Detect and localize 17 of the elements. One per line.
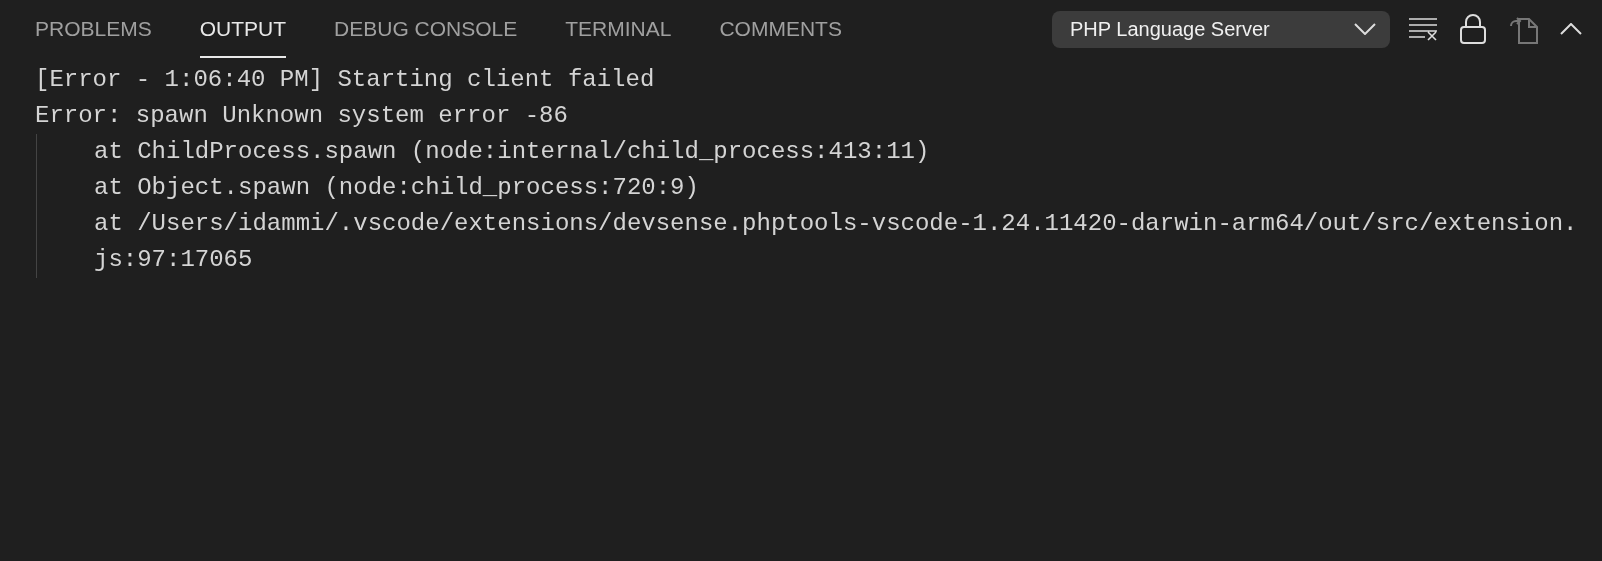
- output-line: [Error - 1:06:40 PM] Starting client failed: [35, 66, 655, 93]
- panel-tab[interactable]: DEBUG CONSOLE: [334, 0, 518, 58]
- panel-tab[interactable]: OUTPUT: [199, 0, 287, 58]
- output-line: at Object.spawn (node:child_process:720:9): [94, 174, 699, 201]
- output-line: at /Users/idammi/.vscode/extensions/devsense.phptools-vscode-1.24.11420-darwin-arm64/out/src/extension.: [94, 210, 1578, 237]
- lock-icon[interactable]: [1460, 14, 1486, 44]
- output-line: js:97:17065: [94, 246, 253, 273]
- document-icon[interactable]: [1508, 14, 1538, 44]
- channel-dropdown[interactable]: PHP Language Server: [1052, 10, 1390, 48]
- chevron-down-icon: [1354, 23, 1376, 35]
- panel-tab[interactable]: COMMENTS: [719, 0, 842, 58]
- output-line: at ChildProcess.spawn (node:internal/child_process:413:11): [94, 138, 930, 165]
- panel-tab[interactable]: PROBLEMS: [35, 0, 152, 58]
- panel-tab[interactable]: TERMINAL: [565, 0, 672, 58]
- output-line: Error: spawn Unknown system error -86: [35, 102, 568, 129]
- chevron-up-icon[interactable]: [1560, 23, 1582, 35]
- clear-output-icon[interactable]: [1408, 17, 1438, 41]
